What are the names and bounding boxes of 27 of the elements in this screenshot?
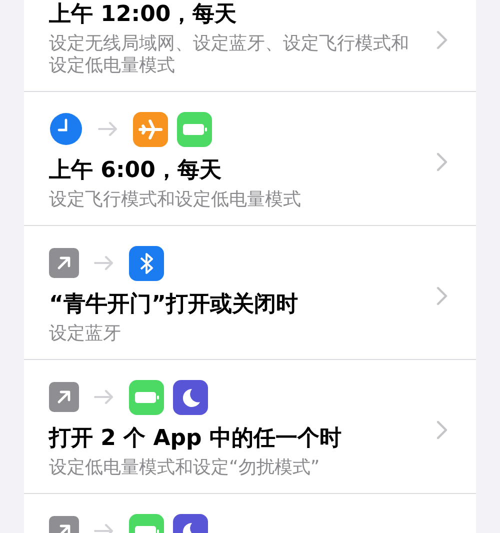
arrow-right-icon (94, 256, 114, 270)
chevron-icon (436, 286, 448, 306)
automation-row[interactable]: “青牛开门”打开或关闭时 设定蓝牙 (24, 226, 476, 360)
automation-row[interactable]: 上午 12:00，每天 设定无线局域网、设定蓝牙、设定飞行模式和设定低电量模式 (24, 0, 476, 92)
automation-title: 打开 2 个 App 中的任一个时 (49, 426, 342, 452)
chevron-icon (436, 420, 448, 440)
automation-description: 设定低电量模式和设定“勿扰模式” (49, 457, 321, 479)
arrow-up-right-icon (49, 382, 79, 412)
automation-title: 上午 12:00，每天 (49, 2, 238, 28)
arrow-up-right-icon (49, 248, 79, 278)
automation-row[interactable]: 打开 2 个 App 中的任一个时 设定低电量模式和设定“勿扰模式” (24, 360, 476, 494)
arrow-right-icon (94, 390, 114, 404)
automation-description: 设定飞行模式和设定低电量模式 (49, 189, 302, 211)
battery-icon (129, 380, 164, 414)
automation-title: “青牛开门”打开或关闭时 (49, 292, 299, 318)
chevron-icon (436, 30, 448, 50)
arrow-right-icon (98, 122, 118, 136)
bluetooth-icon (129, 246, 164, 280)
clock-icon (49, 112, 83, 146)
moon-icon (173, 380, 208, 414)
battery-icon (177, 112, 212, 146)
automation-title: 上午 6:00，每天 (49, 158, 222, 184)
automation-row[interactable]: 上午 6:00，每天 设定飞行模式和设定低电量模式 (24, 92, 476, 226)
chevron-icon (436, 152, 448, 172)
airplane-icon (133, 112, 168, 146)
automation-description: 设定无线局域网、设定蓝牙、设定飞行模式和设定低电量模式 (49, 33, 410, 77)
automation-description: 设定蓝牙 (49, 323, 122, 345)
